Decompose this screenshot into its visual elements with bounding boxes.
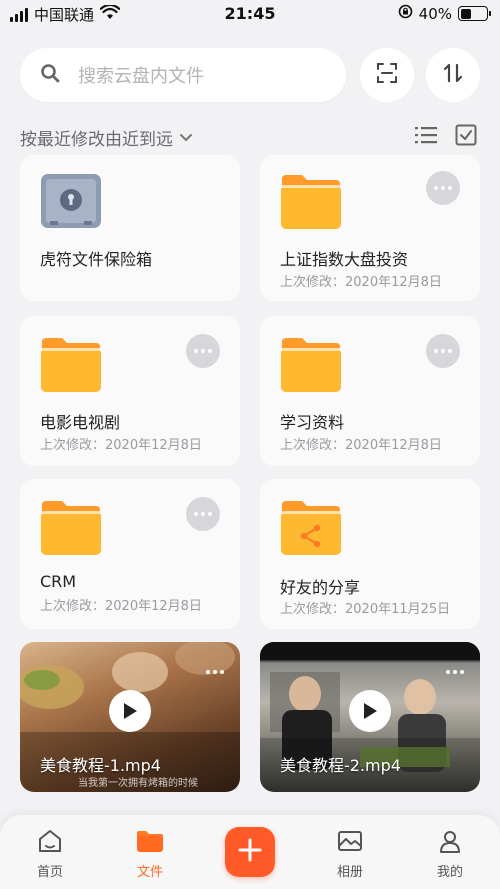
file-name: 好友的分享 <box>280 578 361 597</box>
home-icon <box>37 830 63 857</box>
view-controls <box>415 124 477 150</box>
video-name: 美食教程-2.mp4 <box>280 756 401 775</box>
more-options-button[interactable] <box>426 334 460 368</box>
plus-icon <box>238 838 262 866</box>
video-card[interactable]: 美食教程-2.mp4 <box>260 642 480 792</box>
photo-icon <box>337 831 363 857</box>
file-modified: 上次修改：2020年12月8日 <box>40 599 202 614</box>
file-name: 上证指数大盘投资 <box>280 250 409 269</box>
folder-icon <box>280 171 342 235</box>
folder-card[interactable]: CRM 上次修改：2020年12月8日 <box>20 479 240 629</box>
status-bar: 中国联通 21:45 40% <box>0 0 500 28</box>
file-name: CRM <box>40 572 77 591</box>
play-button[interactable] <box>109 690 151 732</box>
sort-row: 按最近修改由近到远 <box>20 124 480 150</box>
more-options-button[interactable] <box>186 497 220 531</box>
vault-icon <box>40 173 102 233</box>
more-options-button[interactable] <box>426 171 460 205</box>
file-modified: 上次修改：2020年12月8日 <box>40 438 202 453</box>
folder-card[interactable]: 上证指数大盘投资 上次修改：2020年12月8日 <box>260 155 480 301</box>
select-checkbox-icon[interactable] <box>455 124 477 150</box>
play-button[interactable] <box>349 690 391 732</box>
more-options-button[interactable] <box>206 670 224 674</box>
shared-folder-card[interactable]: 好友的分享 上次修改：2020年11月25日 <box>260 479 480 629</box>
orientation-lock-icon <box>398 4 413 23</box>
file-modified: 上次修改：2020年11月25日 <box>280 602 451 617</box>
tab-label: 相册 <box>336 865 363 880</box>
tab-photos[interactable]: 相册 <box>320 829 380 880</box>
video-name: 美食教程-1.mp4 <box>40 756 161 775</box>
video-card[interactable]: 美食教程-1.mp4 当我第一次拥有烤箱的时候 <box>20 642 240 792</box>
tab-home[interactable]: 首页 <box>20 829 80 880</box>
video-caption: 当我第一次拥有烤箱的时候 <box>78 778 198 789</box>
bottom-tab-bar: 首页 文件 相册 我的 <box>0 815 500 889</box>
scan-button[interactable] <box>360 48 414 102</box>
transfer-button[interactable] <box>426 48 480 102</box>
file-name: 电影电视剧 <box>40 413 121 432</box>
chevron-down-icon[interactable] <box>179 128 193 147</box>
more-options-button[interactable] <box>446 670 464 674</box>
scan-icon <box>376 62 398 88</box>
battery-percent: 40% <box>418 4 452 23</box>
folder-icon <box>40 497 102 561</box>
folder-icon <box>40 334 102 398</box>
folder-icon <box>136 831 164 857</box>
more-options-button[interactable] <box>186 334 220 368</box>
search-placeholder: 搜索云盘内文件 <box>78 66 204 87</box>
search-input[interactable]: 搜索云盘内文件 <box>20 48 346 102</box>
tab-files[interactable]: 文件 <box>120 829 180 880</box>
add-button[interactable] <box>225 827 275 877</box>
search-icon <box>40 63 60 87</box>
battery-icon <box>458 6 491 21</box>
sort-icon <box>442 62 464 88</box>
sort-dropdown[interactable]: 按最近修改由近到远 <box>20 125 173 150</box>
file-modified: 上次修改：2020年12月8日 <box>280 438 442 453</box>
vault-card[interactable]: 虎符文件保险箱 <box>20 155 240 301</box>
tab-label: 我的 <box>436 865 463 880</box>
tab-label: 首页 <box>36 865 63 880</box>
folder-icon <box>280 334 342 398</box>
file-name: 虎符文件保险箱 <box>40 250 153 269</box>
user-icon <box>438 831 462 857</box>
file-name: 学习资料 <box>280 413 345 432</box>
folder-card[interactable]: 电影电视剧 上次修改：2020年12月8日 <box>20 316 240 466</box>
tab-label: 文件 <box>136 865 163 880</box>
file-modified: 上次修改：2020年12月8日 <box>280 275 442 290</box>
list-view-icon[interactable] <box>415 126 437 148</box>
status-right: 40% <box>398 4 491 23</box>
folder-card[interactable]: 学习资料 上次修改：2020年12月8日 <box>260 316 480 466</box>
shared-folder-icon <box>280 497 342 561</box>
tab-me[interactable]: 我的 <box>420 829 480 880</box>
